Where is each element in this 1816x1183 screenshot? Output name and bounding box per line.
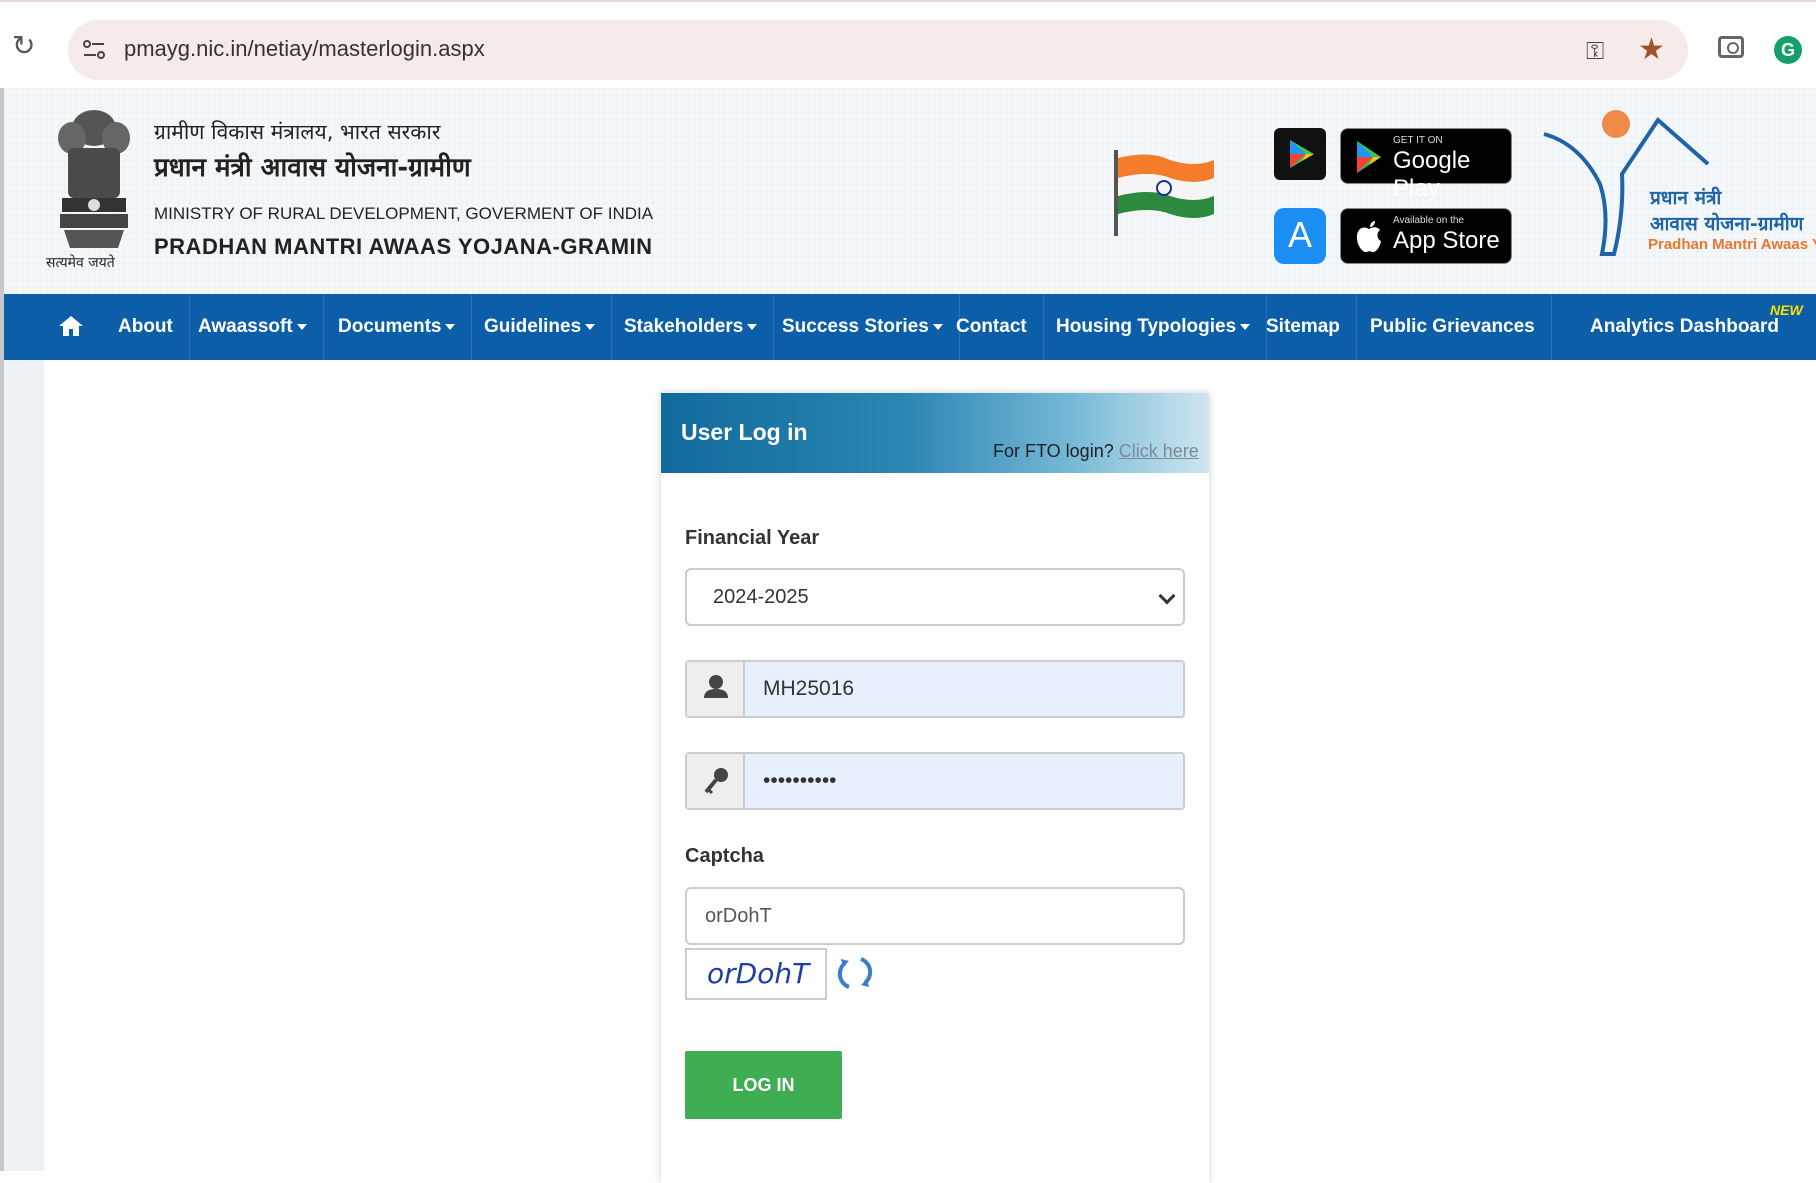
nav-documents[interactable]: Documents xyxy=(322,294,473,360)
financial-year-label: Financial Year xyxy=(685,527,820,549)
nav-analytics-dashboard-label: Analytics Dashboard xyxy=(1590,316,1779,337)
site-info-icon[interactable] xyxy=(80,36,108,64)
app-store-icon[interactable]: A xyxy=(1274,208,1326,264)
nav-guidelines-label: Guidelines xyxy=(484,316,582,337)
grammarly-icon[interactable]: G xyxy=(1774,36,1802,64)
url-text[interactable]: pmayg.nic.in/netiay/masterlogin.aspx xyxy=(124,36,485,62)
nav-success-stories[interactable]: Success Stories xyxy=(766,294,960,360)
password-field[interactable]: •••••••••• xyxy=(685,752,1185,810)
key-icon xyxy=(687,754,745,808)
satyamev-jayate-text: सत्यमेव जयते xyxy=(46,255,115,271)
chevron-down-icon xyxy=(1158,587,1176,605)
google-play-badge[interactable]: GET IT ON Google Play xyxy=(1340,128,1512,202)
user-icon xyxy=(687,662,745,716)
password-value: •••••••••• xyxy=(763,769,837,792)
nav-sitemap[interactable]: Sitemap xyxy=(1250,294,1357,360)
caret-down-icon xyxy=(747,323,758,330)
nav-stakeholders[interactable]: Stakeholders xyxy=(608,294,775,360)
camera-icon[interactable] xyxy=(1718,36,1744,58)
caret-down-icon xyxy=(585,323,596,330)
india-flag-icon xyxy=(1114,150,1214,236)
nav-contact-label: Contact xyxy=(956,316,1027,337)
caret-down-icon xyxy=(296,323,307,330)
login-button[interactable]: LOG IN xyxy=(685,1051,842,1119)
captcha-image: orDohT xyxy=(685,948,827,1000)
national-emblem-icon xyxy=(58,110,130,248)
nav-documents-label: Documents xyxy=(338,316,442,337)
app-store-big-text: App Store xyxy=(1393,227,1500,254)
nav-analytics-dashboard[interactable]: Analytics Dashboard xyxy=(1574,294,1795,360)
home-icon[interactable] xyxy=(58,314,84,338)
captcha-input[interactable]: orDohT xyxy=(685,887,1185,945)
nav-guidelines[interactable]: Guidelines xyxy=(468,294,613,360)
login-panel: User Log in For FTO login? Click here Fi… xyxy=(661,393,1209,1183)
logo-english-line: Pradhan Mantri Awaas Yojana-Gramin xyxy=(1648,236,1816,253)
nav-success-stories-label: Success Stories xyxy=(782,316,929,337)
nav-about[interactable]: About xyxy=(102,294,190,360)
nav-awaassoft-label: Awaassoft xyxy=(198,316,293,337)
ministry-hindi: ग्रामीण विकास मंत्रालय, भारत सरकार xyxy=(154,120,441,144)
nav-about-label: About xyxy=(118,316,173,337)
nav-housing-typologies[interactable]: Housing Typologies xyxy=(1040,294,1268,360)
username-value: MH25016 xyxy=(763,677,855,700)
nav-sitemap-label: Sitemap xyxy=(1266,316,1340,337)
nav-stakeholders-label: Stakeholders xyxy=(624,316,744,337)
logo-hindi-line1: प्रधान मंत्री xyxy=(1650,187,1722,209)
nav-awaassoft[interactable]: Awaassoft xyxy=(182,294,324,360)
google-play-icon[interactable] xyxy=(1274,128,1326,180)
ministry-english: MINISTRY OF RURAL DEVELOPMENT, GOVERMENT… xyxy=(154,204,654,223)
financial-year-value: 2024-2025 xyxy=(713,586,809,608)
username-field[interactable]: MH25016 xyxy=(685,660,1185,718)
pmay-g-logo: प्रधान मंत्री आवास योजना-ग्रामीण Pradhan… xyxy=(1540,104,1816,274)
refresh-captcha-icon[interactable] xyxy=(835,953,875,993)
nav-public-grievances[interactable]: Public Grievances xyxy=(1354,294,1552,360)
fto-login-text: For FTO login? Click here xyxy=(993,441,1199,462)
browser-toolbar: ↻ pmayg.nic.in/netiay/masterlogin.aspx ⚿… xyxy=(0,0,1816,88)
new-badge: NEW xyxy=(1770,302,1803,318)
login-panel-header: User Log in For FTO login? Click here xyxy=(661,393,1209,473)
app-store-small-text: Available on the xyxy=(1393,215,1464,226)
google-play-small-text: GET IT ON xyxy=(1393,135,1443,146)
fto-prefix: For FTO login? xyxy=(993,441,1119,461)
login-title: User Log in xyxy=(681,419,808,445)
logo-hindi-line2: आवास योजना-ग्रामीण xyxy=(1650,213,1804,235)
caret-down-icon xyxy=(445,323,456,330)
nav-contact[interactable]: Contact xyxy=(940,294,1044,360)
fto-click-here-link[interactable]: Click here xyxy=(1119,441,1199,461)
main-navbar: About Awaassoft Documents Guidelines Sta… xyxy=(4,294,1816,360)
scheme-title-english: PRADHAN MANTRI AWAAS YOJANA-GRAMIN xyxy=(154,234,653,259)
key-icon[interactable]: ⚿ xyxy=(1586,38,1604,66)
google-play-big-text: Google Play xyxy=(1393,147,1471,202)
bookmark-star-icon[interactable]: ★ xyxy=(1638,32,1665,67)
caret-down-icon xyxy=(1240,323,1251,330)
nav-public-grievances-label: Public Grievances xyxy=(1370,316,1535,337)
app-store-badge[interactable]: Available on the App Store xyxy=(1340,208,1512,264)
page-left-margin xyxy=(4,360,44,1171)
site-header: सत्यमेव जयते ग्रामीण विकास मंत्रालय, भार… xyxy=(4,88,1816,294)
captcha-label: Captcha xyxy=(685,845,764,867)
reload-icon[interactable]: ↻ xyxy=(12,32,40,60)
nav-housing-typologies-label: Housing Typologies xyxy=(1056,316,1237,337)
financial-year-select[interactable]: 2024-2025 xyxy=(685,568,1185,626)
scheme-title-hindi: प्रधान मंत्री आवास योजना-ग्रामीण xyxy=(154,153,471,183)
